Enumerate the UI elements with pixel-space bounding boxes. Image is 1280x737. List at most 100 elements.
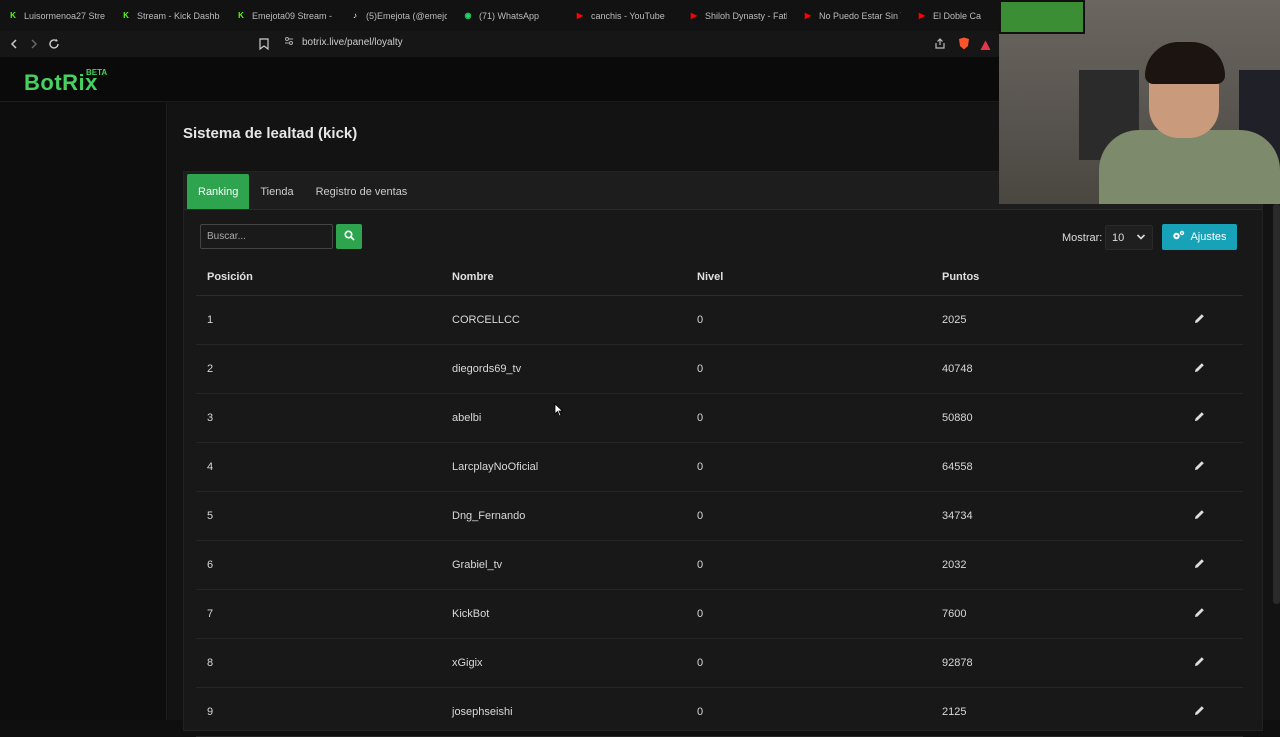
cell-level: 0 — [697, 412, 704, 424]
cell-points: 50880 — [942, 412, 973, 424]
edit-pencil-icon[interactable] — [1194, 607, 1205, 621]
youtube-icon: ▶ — [576, 11, 584, 20]
tv-screen — [999, 0, 1085, 34]
brave-shield-icon[interactable] — [958, 37, 970, 55]
browser-tab-title: (71) WhatsApp — [479, 10, 540, 21]
header-name[interactable]: Nombre — [452, 271, 494, 283]
share-icon[interactable] — [934, 37, 946, 55]
kick-icon: K — [238, 11, 244, 20]
browser-tab[interactable]: ▶ No Puedo Estar Sin Ti — [795, 0, 909, 31]
reload-icon[interactable] — [44, 34, 64, 54]
sidebar — [0, 103, 167, 720]
cell-level: 0 — [697, 510, 704, 522]
header-points[interactable]: Puntos — [942, 271, 979, 283]
cell-position: 4 — [207, 461, 214, 473]
cell-points: 64558 — [942, 461, 973, 473]
cell-name: LarcplayNoOficial — [452, 461, 539, 473]
browser-tab[interactable]: K Emejota09 Stream - W — [228, 0, 342, 31]
browser-tab-title: No Puedo Estar Sin Ti — [819, 10, 901, 21]
cell-points: 7600 — [942, 608, 967, 620]
show-label: Mostrar: — [1062, 232, 1103, 244]
header-level[interactable]: Nivel — [697, 271, 723, 283]
browser-tab[interactable]: K Stream - Kick Dashboa — [113, 0, 228, 31]
brave-rewards-icon[interactable] — [980, 38, 991, 56]
browser-tab[interactable]: ◉ (71) WhatsApp — [455, 0, 567, 31]
cell-points: 34734 — [942, 510, 973, 522]
youtube-icon: ▶ — [804, 11, 812, 20]
browser-tab[interactable]: ♪ (5)Emejota (@emejota — [342, 0, 455, 31]
edit-pencil-icon[interactable] — [1194, 460, 1205, 474]
search-icon — [343, 228, 355, 246]
cell-name: CORCELLCC — [452, 314, 520, 326]
webcam-overlay — [999, 0, 1280, 204]
cell-points: 40748 — [942, 363, 973, 375]
bookmark-icon[interactable] — [259, 37, 269, 55]
browser-tab[interactable]: ▶ canchis - YouTube — [567, 0, 681, 31]
browser-tab[interactable]: ▶ El Doble Cara ( co — [909, 0, 989, 31]
page-size-select[interactable]: 10 — [1105, 225, 1153, 250]
browser-tab[interactable]: ▶ Shiloh Dynasty - Fathe — [681, 0, 795, 31]
table-row: 2 diegords69_tv 0 40748 — [196, 345, 1243, 394]
cell-name: Grabiel_tv — [452, 559, 503, 571]
youtube-icon: ▶ — [690, 11, 698, 20]
cell-position: 7 — [207, 608, 214, 620]
edit-pencil-icon[interactable] — [1194, 558, 1205, 572]
edit-pencil-icon[interactable] — [1194, 411, 1205, 425]
tab-registro-de-ventas[interactable]: Registro de ventas — [305, 174, 419, 209]
cell-position: 6 — [207, 559, 214, 571]
cell-position: 9 — [207, 706, 214, 718]
tab-tienda[interactable]: Tienda — [249, 174, 304, 209]
cell-name: abelbi — [452, 412, 482, 424]
chevron-down-icon — [1136, 232, 1146, 245]
header-position[interactable]: Posición — [207, 271, 253, 283]
cell-name: KickBot — [452, 608, 490, 620]
table-row: 5 Dng_Fernando 0 34734 — [196, 492, 1243, 541]
page-title: Sistema de lealtad (kick) — [183, 125, 358, 142]
page-scrollbar[interactable] — [1273, 204, 1280, 604]
cell-points: 92878 — [942, 657, 973, 669]
browser-tab-title: (5)Emejota (@emejota — [366, 10, 447, 21]
cell-level: 0 — [697, 608, 704, 620]
cell-points: 2025 — [942, 314, 967, 326]
address-bar[interactable]: botrix.live/panel/loyalty — [284, 36, 403, 48]
site-info-icon[interactable] — [284, 36, 294, 48]
search-input[interactable] — [200, 224, 333, 249]
edit-pencil-icon[interactable] — [1194, 656, 1205, 670]
edit-pencil-icon[interactable] — [1194, 509, 1205, 523]
table-row: 3 abelbi 0 50880 — [196, 394, 1243, 443]
cell-position: 2 — [207, 363, 214, 375]
browser-tab[interactable]: K Luisormenoa27 Stream — [0, 0, 113, 31]
kick-icon: K — [123, 11, 129, 20]
url-text[interactable]: botrix.live/panel/loyalty — [302, 37, 403, 48]
search-button[interactable] — [336, 224, 362, 249]
settings-button[interactable]: Ajustes — [1162, 224, 1237, 250]
mouse-cursor-icon — [554, 403, 564, 422]
cell-position: 8 — [207, 657, 214, 669]
browser-tab-title: El Doble Cara ( co — [933, 10, 981, 21]
tab-ranking[interactable]: Ranking — [187, 174, 250, 209]
edit-pencil-icon[interactable] — [1194, 362, 1205, 376]
cell-points: 2125 — [942, 706, 967, 718]
cell-position: 5 — [207, 510, 214, 522]
table-header: Posición Nombre Nivel Puntos — [196, 258, 1243, 296]
table-row: 1 CORCELLCC 0 2025 — [196, 296, 1243, 345]
cell-name: xGigix — [452, 657, 483, 669]
browser-tab-title: Shiloh Dynasty - Fathe — [705, 10, 787, 21]
table-row: 6 Grabiel_tv 0 2032 — [196, 541, 1243, 590]
cell-level: 0 — [697, 559, 704, 571]
edit-pencil-icon[interactable] — [1194, 313, 1205, 327]
cell-position: 3 — [207, 412, 214, 424]
forward-icon[interactable] — [24, 34, 44, 54]
kick-icon: K — [10, 11, 16, 20]
whatsapp-icon: ◉ — [464, 11, 472, 20]
table-row: 7 KickBot 0 7600 — [196, 590, 1243, 639]
back-icon[interactable] — [4, 34, 24, 54]
loyalty-card: Ranking Tienda Registro de ventas Mostra… — [183, 171, 1263, 737]
beta-badge: BETA — [86, 68, 108, 77]
edit-pencil-icon[interactable] — [1194, 705, 1205, 719]
browser-tab-title: Emejota09 Stream - W — [252, 10, 334, 21]
cell-points: 2032 — [942, 559, 967, 571]
cell-name: josephseishi — [452, 706, 513, 718]
cell-position: 1 — [207, 314, 214, 326]
gears-icon — [1172, 230, 1185, 244]
